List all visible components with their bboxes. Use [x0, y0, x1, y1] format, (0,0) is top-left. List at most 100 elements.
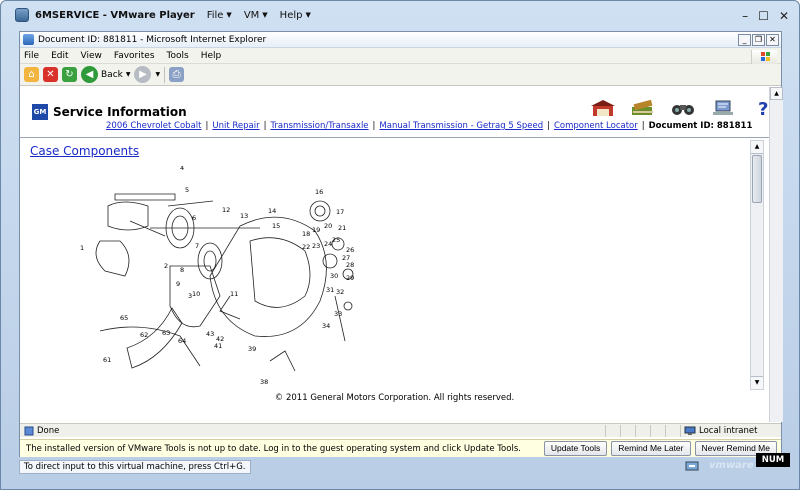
vmware-logo-icon: [15, 8, 29, 22]
callout-43: 43: [206, 330, 214, 338]
callout-5: 5: [185, 186, 189, 194]
minimize-icon[interactable]: _: [738, 34, 751, 46]
vm-menu-help-label: Help: [279, 9, 303, 21]
ie-logo-icon: [23, 34, 34, 45]
status-cell: [665, 425, 680, 437]
network-icon[interactable]: [710, 99, 736, 117]
close-icon[interactable]: ✕: [766, 34, 779, 46]
status-done: Done: [24, 426, 59, 436]
callout-62: 62: [140, 331, 148, 339]
status-cell: [605, 425, 620, 437]
callout-30: 30: [330, 272, 338, 280]
page-icon: [24, 426, 34, 435]
binoculars-icon[interactable]: [670, 99, 696, 117]
back-label: Back: [101, 69, 123, 80]
callout-61: 61: [103, 356, 111, 364]
callout-3: 3: [188, 292, 192, 300]
home-icon[interactable]: ⌂: [24, 67, 39, 82]
ie-toolbar: ⌂ ✕ ↻ ◀ Back ▼ ▶ ▼ ⎙: [20, 64, 781, 86]
callout-28: 28: [346, 261, 354, 269]
callout-64: 64: [178, 337, 186, 345]
status-cell: [635, 425, 650, 437]
page-title: Service Information: [53, 105, 187, 119]
callout-16: 16: [315, 188, 323, 196]
callout-15: 15: [272, 222, 280, 230]
callout-42: 42: [216, 335, 224, 343]
callout-2: 2: [164, 262, 168, 270]
garage-icon[interactable]: [590, 99, 616, 117]
status-cell: [620, 425, 635, 437]
menu-tools[interactable]: Tools: [167, 51, 189, 61]
transmission-exploded-diagram: 4 5 6 7 8 9 10 11 12 13 14 15 16 17 18 1…: [80, 166, 354, 386]
page-scrollbar[interactable]: ▲: [769, 87, 783, 422]
document-id: Document ID: 881811: [648, 121, 753, 131]
update-tools-button[interactable]: Update Tools: [543, 441, 608, 456]
callout-9: 9: [176, 280, 180, 288]
refresh-icon[interactable]: ↻: [62, 67, 77, 82]
vmware-tools-bar: The installed version of VMware Tools is…: [20, 439, 781, 457]
remind-later-button[interactable]: Remind Me Later: [611, 441, 691, 456]
vm-menu-vm[interactable]: VM ▼: [244, 10, 268, 21]
menu-edit[interactable]: Edit: [51, 51, 68, 61]
callout-32: 32: [336, 288, 344, 296]
security-zone[interactable]: Local intranet: [680, 425, 757, 437]
breadcrumb-link-manual-transmission[interactable]: Manual Transmission - Getrag 5 Speed: [379, 121, 543, 131]
forward-arrow-icon[interactable]: ▶: [134, 66, 152, 83]
ie-menu-bar: File Edit View Favorites Tools Help: [20, 48, 781, 64]
network-adapter-icon[interactable]: [685, 460, 699, 472]
menu-favorites[interactable]: Favorites: [114, 51, 155, 61]
chevron-down-icon: ▼: [125, 71, 131, 78]
breadcrumb-link-component-locator[interactable]: Component Locator: [554, 121, 638, 131]
callout-33: 33: [334, 310, 342, 318]
page-content: GM Service Information 2006 Chevrolet Co…: [20, 87, 783, 422]
zone-label: Local intranet: [699, 426, 758, 436]
chevron-down-icon[interactable]: ▼: [155, 71, 160, 78]
breadcrumb-link-transmission[interactable]: Transmission/Transaxle: [270, 121, 368, 131]
scrollbar-thumb[interactable]: [752, 155, 762, 203]
callout-31: 31: [326, 286, 334, 294]
scroll-up-icon[interactable]: ▲: [751, 141, 763, 154]
internet-explorer-window: Document ID: 881811 - Microsoft Internet…: [19, 31, 783, 457]
callout-26: 26: [346, 246, 354, 254]
vm-status-bar: To direct input to this virtual machine,…: [19, 458, 782, 476]
minimize-icon[interactable]: –: [742, 9, 748, 23]
gm-logo: GM: [32, 104, 48, 120]
callout-18: 18: [302, 230, 310, 238]
callout-10: 10: [192, 290, 200, 298]
print-icon[interactable]: ⎙: [169, 67, 185, 82]
breadcrumb-separator: |: [547, 121, 550, 131]
callout-29: 29: [346, 274, 354, 282]
menu-help[interactable]: Help: [201, 51, 222, 61]
breadcrumb-separator: |: [205, 121, 209, 131]
restore-icon[interactable]: ❐: [752, 34, 765, 46]
menu-file[interactable]: File: [24, 51, 39, 61]
vm-title-bar: 6MSERVICE - VMware Player File ▼ VM ▼ Help…: [1, 1, 799, 29]
callout-11: 11: [230, 290, 238, 298]
vmtools-message: The installed version of VMware Tools is…: [26, 443, 521, 454]
breadcrumb-link-unit-repair[interactable]: Unit Repair: [212, 121, 259, 131]
scroll-up-icon[interactable]: ▲: [770, 87, 783, 100]
back-arrow-icon: ◀: [81, 66, 98, 83]
breadcrumb-separator: |: [641, 121, 645, 131]
vm-menu-vm-label: VM: [243, 9, 260, 21]
books-icon[interactable]: [630, 99, 656, 117]
callout-38: 38: [260, 378, 268, 386]
chevron-down-icon: ▼: [305, 11, 311, 19]
vm-menu-file[interactable]: File ▼: [207, 10, 232, 21]
callout-14: 14: [268, 207, 276, 215]
breadcrumb-link-vehicle[interactable]: 2006 Chevrolet Cobalt: [106, 121, 201, 131]
scroll-down-icon[interactable]: ▼: [751, 376, 763, 389]
callout-41: 41: [214, 342, 222, 350]
vm-menu-help[interactable]: Help ▼: [280, 10, 311, 21]
frame-scrollbar[interactable]: ▲ ▼: [750, 140, 764, 390]
back-button[interactable]: ◀ Back ▼: [81, 66, 130, 83]
maximize-icon[interactable]: ☐: [758, 9, 769, 23]
callout-39: 39: [248, 345, 256, 353]
stop-icon[interactable]: ✕: [43, 67, 58, 82]
close-icon[interactable]: ✕: [779, 9, 789, 23]
breadcrumb-separator: |: [372, 121, 376, 131]
section-title[interactable]: Case Components: [30, 144, 139, 158]
callout-65: 65: [120, 314, 128, 322]
menu-view[interactable]: View: [81, 51, 102, 61]
callout-34: 34: [322, 322, 330, 330]
